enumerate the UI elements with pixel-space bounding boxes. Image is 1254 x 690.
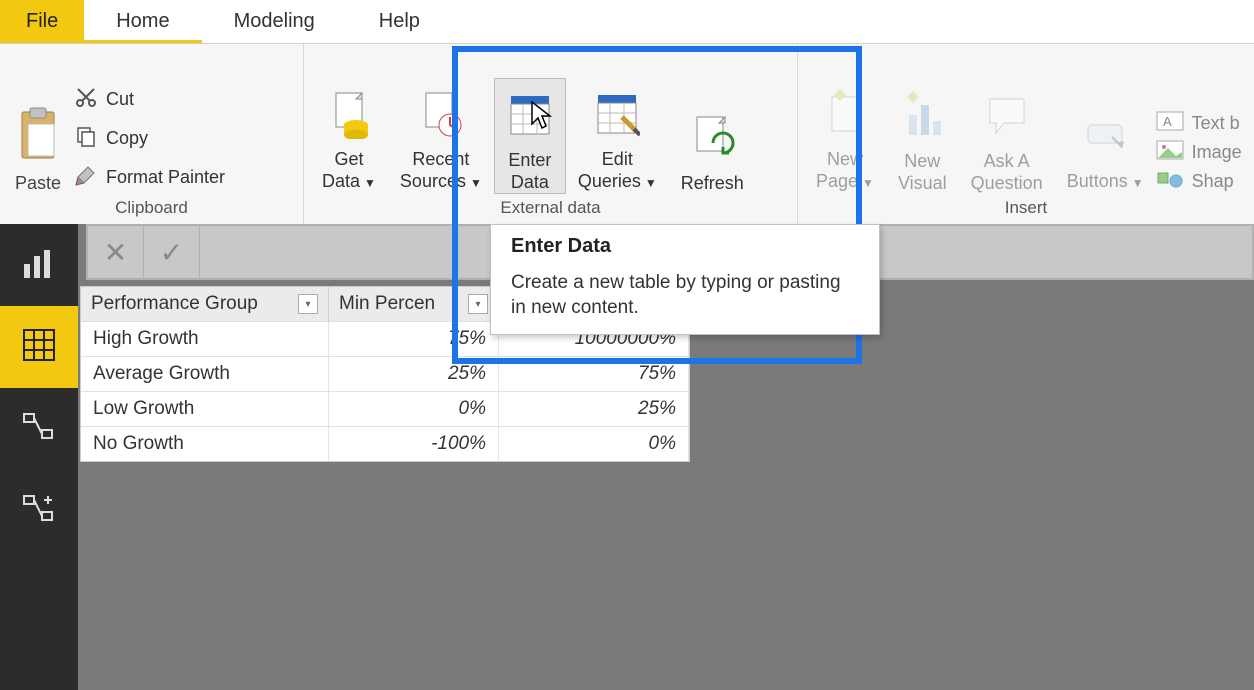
- menubar: File Home Modeling Help: [0, 0, 1254, 44]
- col-header-performance-group[interactable]: Performance Group ▾: [81, 287, 329, 321]
- get-data-label: Get Data▼: [322, 148, 376, 194]
- edit-queries-label: Edit Queries▼: [578, 148, 657, 194]
- model-icon: [22, 410, 56, 449]
- ask-question-button[interactable]: Ask A Question: [959, 80, 1055, 194]
- model-plus-icon: [22, 492, 56, 531]
- col-label: Performance Group: [91, 293, 258, 315]
- cell[interactable]: 25%: [499, 392, 689, 426]
- cell[interactable]: No Growth: [81, 427, 329, 461]
- copy-icon: [74, 124, 98, 153]
- table-row[interactable]: Average Growth25%75%: [81, 356, 689, 391]
- buttons-button[interactable]: Buttons▼: [1055, 100, 1156, 194]
- recent-sources-button[interactable]: Recent Sources▼: [388, 78, 494, 194]
- format-painter-button[interactable]: Format Painter: [70, 161, 229, 194]
- cell[interactable]: 75%: [499, 357, 689, 391]
- image-label: Image: [1192, 142, 1242, 163]
- ribbon: Paste Cut Copy Format Painter Clipboard: [0, 44, 1254, 224]
- page-sparkle-icon: [822, 84, 868, 144]
- new-page-label: New Page▼: [816, 148, 874, 194]
- refresh-icon: [689, 108, 735, 168]
- col-label: Min Percen: [339, 293, 435, 315]
- shapes-button[interactable]: Shap: [1156, 169, 1242, 194]
- tooltip-title: Enter Data: [511, 235, 859, 258]
- commit-formula-button[interactable]: ✓: [144, 226, 200, 278]
- recent-icon: [418, 84, 464, 144]
- report-icon: [22, 246, 56, 285]
- cell[interactable]: Low Growth: [81, 392, 329, 426]
- group-label-external: External data: [310, 194, 791, 224]
- group-insert: New Page▼ New Visual Ask A Question Butt…: [798, 44, 1254, 224]
- edit-table-icon: [594, 84, 640, 144]
- edit-queries-button[interactable]: Edit Queries▼: [566, 78, 669, 194]
- shapes-label: Shap: [1192, 171, 1234, 192]
- tab-home[interactable]: Home: [84, 0, 201, 43]
- cancel-formula-button[interactable]: ✕: [88, 226, 144, 278]
- image-icon: [1156, 140, 1184, 165]
- left-nav: [0, 224, 78, 690]
- tab-help[interactable]: Help: [347, 0, 452, 43]
- format-painter-label: Format Painter: [106, 167, 225, 188]
- cell[interactable]: High Growth: [81, 322, 329, 356]
- dropdown-icon[interactable]: ▾: [298, 294, 318, 314]
- group-label-insert: Insert: [804, 194, 1248, 224]
- text-box-button[interactable]: A Text b: [1156, 111, 1242, 136]
- tooltip-enter-data: Enter Data Create a new table by typing …: [490, 224, 880, 335]
- database-icon: [326, 84, 372, 144]
- button-icon: [1082, 106, 1128, 166]
- copy-label: Copy: [106, 128, 148, 149]
- group-external-data: Get Data▼ Recent Sources▼ Enter Data Edi…: [304, 44, 798, 224]
- cell[interactable]: 0%: [329, 392, 499, 426]
- speech-bubble-icon: [984, 86, 1030, 146]
- svg-text:A: A: [1163, 114, 1172, 129]
- cell[interactable]: 25%: [329, 357, 499, 391]
- new-visual-label: New Visual: [898, 150, 947, 194]
- refresh-button[interactable]: Refresh: [669, 102, 756, 194]
- recent-sources-label: Recent Sources▼: [400, 148, 482, 194]
- buttons-label: Buttons▼: [1067, 170, 1144, 194]
- table-row[interactable]: Low Growth0%25%: [81, 391, 689, 426]
- clipboard-icon: [14, 106, 62, 167]
- tab-modeling[interactable]: Modeling: [202, 0, 347, 43]
- tooltip-body: Create a new table by typing or pasting …: [511, 270, 859, 320]
- enter-data-label: Enter Data: [508, 149, 551, 193]
- cell[interactable]: 75%: [329, 322, 499, 356]
- group-label-clipboard: Clipboard: [6, 194, 297, 224]
- get-data-button[interactable]: Get Data▼: [310, 78, 388, 194]
- refresh-label: Refresh: [681, 172, 744, 194]
- cut-button[interactable]: Cut: [70, 83, 229, 116]
- paste-label: Paste: [15, 173, 61, 194]
- text-box-icon: A: [1156, 111, 1184, 136]
- new-page-button[interactable]: New Page▼: [804, 78, 886, 194]
- enter-data-button[interactable]: Enter Data: [494, 78, 566, 194]
- copy-button[interactable]: Copy: [70, 122, 229, 155]
- new-visual-button[interactable]: New Visual: [886, 80, 959, 194]
- table-row[interactable]: No Growth-100%0%: [81, 426, 689, 461]
- dropdown-icon[interactable]: ▾: [468, 294, 488, 314]
- brush-icon: [74, 163, 98, 192]
- cell[interactable]: Average Growth: [81, 357, 329, 391]
- nav-report[interactable]: [0, 224, 78, 306]
- image-button[interactable]: Image: [1156, 140, 1242, 165]
- cell[interactable]: -100%: [329, 427, 499, 461]
- table-icon: [507, 85, 553, 145]
- ask-question-label: Ask A Question: [971, 150, 1043, 194]
- group-clipboard: Paste Cut Copy Format Painter Clipboard: [0, 44, 304, 224]
- data-grid-icon: [22, 328, 56, 367]
- nav-data[interactable]: [0, 306, 78, 388]
- nav-model[interactable]: [0, 388, 78, 470]
- scissors-icon: [74, 85, 98, 114]
- cut-label: Cut: [106, 89, 134, 110]
- tab-file[interactable]: File: [0, 0, 84, 43]
- paste-button[interactable]: Paste: [6, 100, 70, 194]
- cell[interactable]: 0%: [499, 427, 689, 461]
- text-box-label: Text b: [1192, 113, 1240, 134]
- shapes-icon: [1156, 169, 1184, 194]
- nav-model-2[interactable]: [0, 470, 78, 552]
- chart-sparkle-icon: [899, 86, 945, 146]
- col-header-min-percent[interactable]: Min Percen ▾: [329, 287, 499, 321]
